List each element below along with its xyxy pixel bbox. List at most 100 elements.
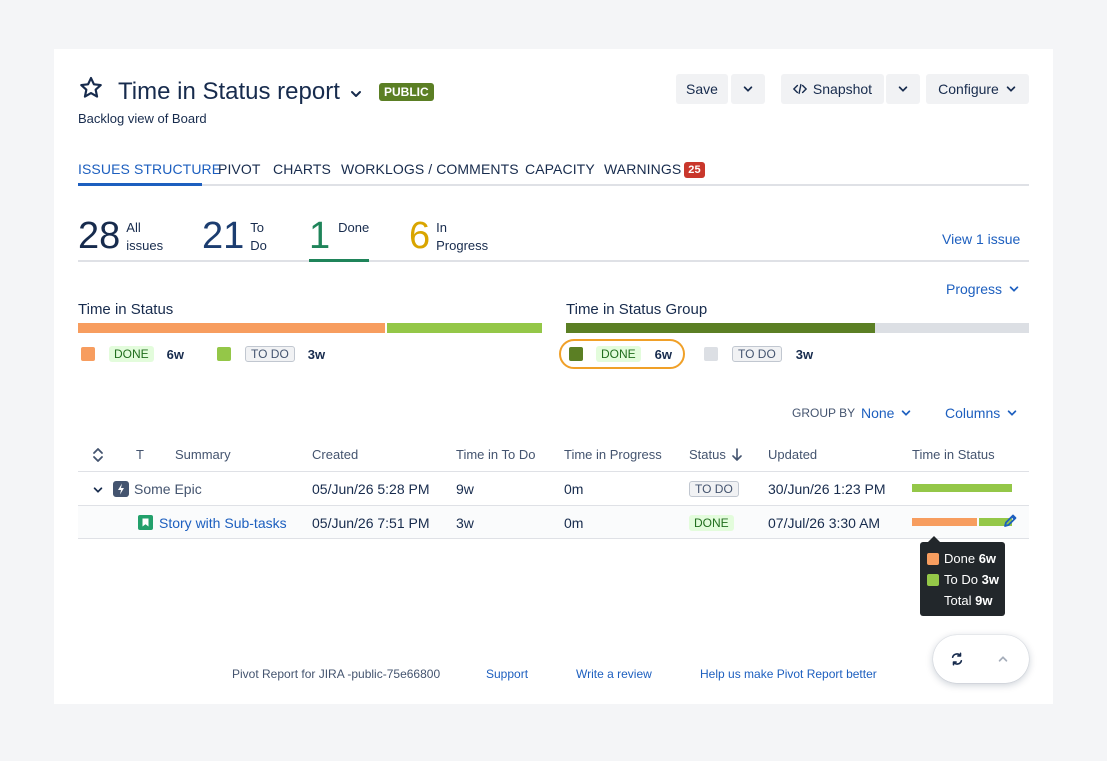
status-lozenge-done: DONE: [689, 515, 734, 531]
save-button[interactable]: Save: [676, 74, 728, 104]
cell-time-progress: 0m: [564, 515, 584, 531]
chevron-down-icon[interactable]: [349, 87, 363, 101]
group-legend-done[interactable]: DONE 6w: [569, 346, 672, 362]
snapshot-options-button[interactable]: [886, 74, 920, 104]
column-header-summary[interactable]: Summary: [175, 447, 231, 462]
save-options-button[interactable]: [731, 74, 765, 104]
row-divider: [78, 538, 1029, 539]
stat-count: 1: [309, 215, 331, 257]
snapshot-label: Snapshot: [812, 81, 873, 97]
stat-in-progress[interactable]: 6 In Progress: [409, 216, 488, 256]
chevron-down-icon: [898, 86, 908, 92]
bar-segment-done[interactable]: [78, 323, 386, 333]
column-header-updated[interactable]: Updated: [768, 447, 817, 462]
stat-all-issues[interactable]: 28 All issues: [78, 216, 163, 256]
column-header-status[interactable]: Status: [689, 447, 743, 462]
write-review-link[interactable]: Write a review: [576, 667, 652, 681]
columns-label: Columns: [945, 405, 1001, 421]
row-time-in-status-bar[interactable]: [912, 484, 1012, 492]
chevron-down-icon: [1006, 86, 1016, 92]
legend-swatch: [217, 347, 231, 361]
feedback-link[interactable]: Help us make Pivot Report better: [700, 667, 877, 681]
column-header-created[interactable]: Created: [312, 447, 358, 462]
page-subtitle: Backlog view of Board: [78, 111, 207, 126]
column-header-type[interactable]: T: [136, 447, 144, 462]
bar-segment-todo[interactable]: [874, 323, 1029, 333]
columns-dropdown[interactable]: Columns: [945, 405, 1018, 421]
group-by-label: GROUP BY: [792, 406, 856, 420]
tab-warnings[interactable]: WARNINGS 25: [604, 161, 705, 178]
chevron-up-icon[interactable]: [997, 653, 1009, 665]
story-icon: [138, 515, 153, 530]
cell-created: 05/Jun/26 5:28 PM: [312, 481, 430, 497]
tooltip-label: Done: [944, 551, 976, 566]
tab-charts[interactable]: CHARTS: [273, 161, 331, 177]
tab-worklogs-comments[interactable]: WORKLOGS / COMMENTS: [341, 161, 519, 177]
bar-segment-done[interactable]: [566, 323, 875, 333]
stats-divider: [78, 260, 1029, 262]
tooltip-value: 3w: [981, 572, 999, 587]
column-header-time-status[interactable]: Time in Status: [912, 447, 995, 462]
legend-swatch: [927, 552, 939, 565]
active-stat-indicator: [309, 259, 369, 262]
tooltip-row-total: Total 9w: [944, 593, 992, 608]
legend-duration: 6w: [654, 346, 673, 362]
epic-icon: [113, 481, 129, 497]
support-link[interactable]: Support: [486, 667, 528, 681]
chevron-down-icon: [902, 410, 911, 416]
cell-updated: 07/Jul/26 3:30 AM: [768, 515, 881, 531]
tooltip-value: 9w: [975, 593, 993, 608]
group-by-dropdown[interactable]: None: [861, 405, 912, 421]
group-legend-todo[interactable]: TO DO 3w: [704, 346, 813, 362]
tabs-divider: [78, 184, 1029, 186]
stat-label: All issues: [126, 220, 164, 253]
chevron-down-icon: [1007, 410, 1017, 416]
expand-collapse-all-icon[interactable]: [92, 447, 104, 463]
status-lozenge-done: DONE: [596, 346, 641, 362]
column-header-status-label: Status: [689, 447, 726, 462]
time-in-status-group-title: Time in Status Group: [566, 301, 708, 318]
status-lozenge-todo: TO DO: [245, 346, 295, 362]
tab-capacity[interactable]: CAPACITY: [525, 161, 595, 177]
cell-created: 05/Jun/26 7:51 PM: [312, 515, 430, 531]
stat-label: To Do: [250, 220, 267, 253]
stat-to-do[interactable]: 21 To Do: [202, 216, 267, 256]
legend-swatch: [81, 347, 95, 361]
tooltip-row-todo: To Do 3w: [927, 572, 999, 587]
sort-descending-icon: [732, 448, 742, 461]
row-time-in-status-bar[interactable]: [912, 518, 1012, 526]
bar-segment-todo[interactable]: [387, 323, 542, 333]
legend-swatch: [704, 347, 718, 361]
stat-count: 6: [409, 215, 431, 257]
tab-pivot[interactable]: PIVOT: [218, 161, 261, 177]
cell-time-todo: 9w: [456, 481, 474, 497]
column-header-time-progress[interactable]: Time in Progress: [564, 447, 662, 462]
legend-duration: 6w: [166, 346, 185, 362]
report-card: Time in Status report PUBLIC Backlog vie…: [54, 49, 1053, 704]
chevron-down-icon[interactable]: [92, 484, 104, 496]
view-issue-link[interactable]: View 1 issue: [942, 231, 1020, 247]
column-header-time-todo[interactable]: Time in To Do: [456, 447, 535, 462]
stat-count: 28: [78, 215, 121, 257]
snapshot-button[interactable]: Snapshot: [781, 74, 884, 104]
tab-issues-structure[interactable]: ISSUES STRUCTURE: [78, 161, 221, 177]
stat-label: In Progress: [436, 220, 489, 253]
configure-button[interactable]: Configure: [926, 74, 1029, 104]
legend-swatch: [569, 347, 583, 361]
issue-summary-link[interactable]: Story with Sub-tasks: [159, 515, 287, 531]
warnings-count-badge: 25: [684, 162, 705, 178]
refresh-icon[interactable]: [950, 652, 964, 666]
progress-dropdown[interactable]: Progress: [946, 281, 1020, 297]
edit-pencil-icon[interactable]: [1002, 513, 1018, 529]
status-lozenge-todo: TO DO: [689, 481, 739, 497]
active-tab-indicator: [78, 183, 202, 186]
tooltip-label: To Do: [944, 572, 978, 587]
issue-summary[interactable]: Some Epic: [134, 481, 202, 497]
star-icon[interactable]: [78, 75, 104, 101]
time-breakdown-tooltip: Done 6w To Do 3w Total 9w: [920, 536, 1005, 616]
visibility-badge: PUBLIC: [379, 83, 434, 101]
status-lozenge-todo: TO DO: [732, 346, 782, 362]
chevron-down-icon: [1009, 286, 1019, 292]
stat-done[interactable]: 1 Done: [309, 216, 369, 256]
table-row[interactable]: [78, 472, 1029, 506]
